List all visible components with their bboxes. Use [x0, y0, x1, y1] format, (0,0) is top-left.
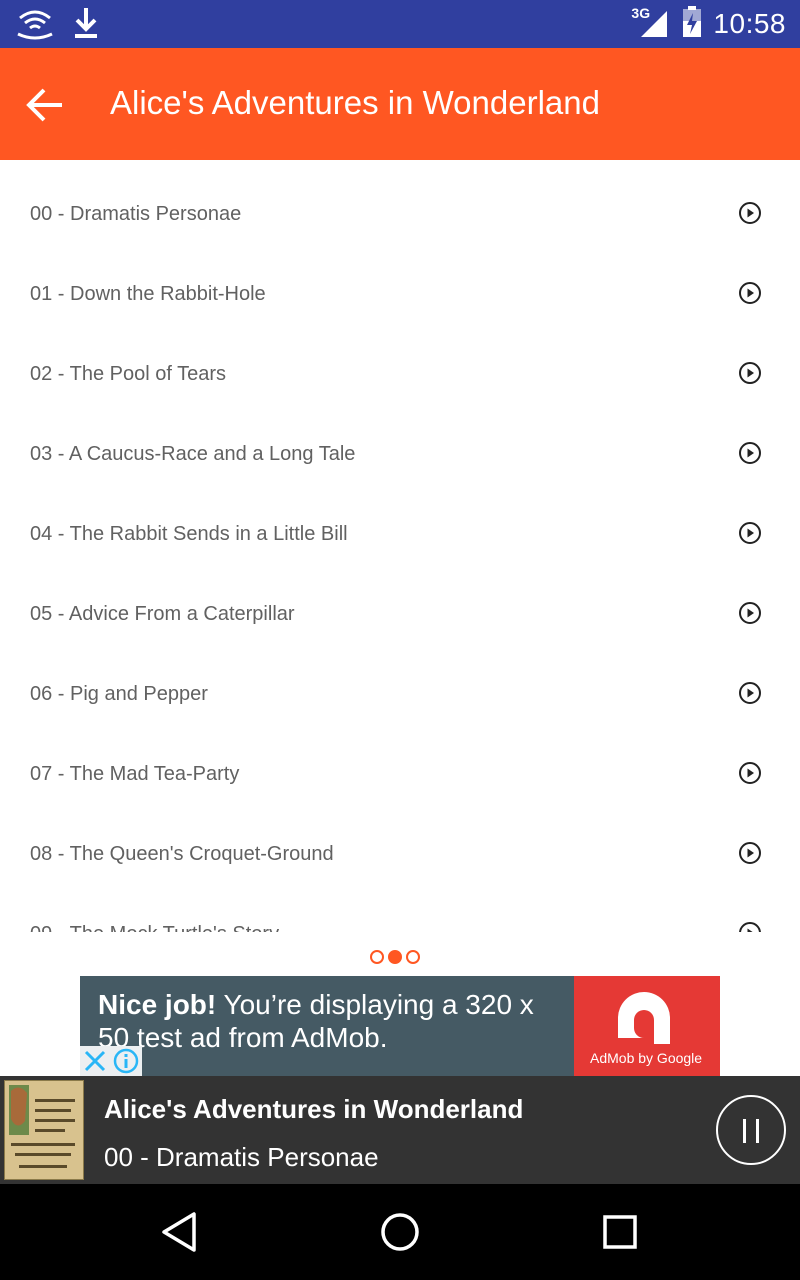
play-circle-icon[interactable] — [738, 921, 762, 932]
play-circle-icon[interactable] — [738, 281, 762, 305]
signal-icon: 3G — [631, 5, 671, 41]
clock: 10:58 — [713, 8, 786, 39]
play-circle-icon[interactable] — [738, 601, 762, 625]
list-item[interactable]: 01 - Down the Rabbit-Hole — [0, 240, 800, 320]
pause-button[interactable] — [716, 1095, 786, 1165]
ad-brand: AdMob by Google — [590, 1050, 703, 1066]
page-indicator — [370, 950, 420, 964]
play-circle-icon[interactable] — [738, 761, 762, 785]
battery-icon — [681, 5, 703, 43]
list-item[interactable]: 08 - The Queen's Croquet-Ground — [0, 800, 800, 880]
page-dot[interactable] — [370, 950, 384, 964]
list-item[interactable]: 07 - The Mad Tea-Party — [0, 720, 800, 800]
chapter-label: 02 - The Pool of Tears — [30, 363, 227, 385]
page-title: Alice's Adventures in Wonderland — [110, 84, 600, 121]
chapter-label: 08 - The Queen's Croquet-Ground — [30, 843, 334, 865]
ad-text: Nice job! You’re displaying a 320 x 50 t… — [98, 988, 568, 1054]
play-circle-icon[interactable] — [738, 841, 762, 865]
book-cover-image — [4, 1080, 84, 1180]
list-item[interactable]: 00 - Dramatis Personae — [0, 160, 800, 240]
chapter-label: 01 - Down the Rabbit-Hole — [30, 283, 266, 305]
chapter-label: 09 - The Mock Turtle's Story — [30, 923, 279, 932]
chapter-label: 03 - A Caucus-Race and a Long Tale — [30, 443, 356, 465]
wifi-hotspot-icon — [16, 6, 54, 44]
player-subtitle: 00 - Dramatis Personae — [104, 1142, 379, 1172]
chapter-label: 04 - The Rabbit Sends in a Little Bill — [30, 523, 348, 545]
chapter-label: 07 - The Mad Tea-Party — [30, 763, 240, 785]
play-circle-icon[interactable] — [738, 521, 762, 545]
ad-banner[interactable]: Nice job! You’re displaying a 320 x 50 t… — [80, 976, 720, 1076]
list-item[interactable]: 04 - The Rabbit Sends in a Little Bill — [0, 480, 800, 560]
play-circle-icon[interactable] — [738, 201, 762, 225]
admob-logo: AdMob by Google — [574, 976, 720, 1076]
app-bar: Alice's Adventures in Wonderland — [0, 48, 800, 160]
pause-bar-icon — [743, 1119, 746, 1143]
home-circle-icon[interactable] — [376, 1208, 424, 1256]
recents-square-icon[interactable] — [596, 1208, 644, 1256]
download-icon — [72, 6, 100, 44]
arrow-back-icon[interactable] — [22, 82, 68, 128]
ad-headline: Nice job! — [98, 989, 217, 1020]
play-circle-icon[interactable] — [738, 441, 762, 465]
ad-choices[interactable] — [80, 1046, 142, 1076]
close-icon[interactable] — [80, 1046, 110, 1076]
chapter-label: 00 - Dramatis Personae — [30, 203, 242, 225]
status-bar: 3G 10:58 — [0, 0, 800, 48]
navigation-bar — [0, 1184, 800, 1280]
play-circle-icon[interactable] — [738, 361, 762, 385]
page-dot-active[interactable] — [388, 950, 402, 964]
list-item[interactable]: 03 - A Caucus-Race and a Long Tale — [0, 400, 800, 480]
chapter-list[interactable]: 00 - Dramatis Personae 01 - Down the Rab… — [0, 160, 800, 932]
info-icon[interactable] — [110, 1046, 140, 1076]
list-item[interactable]: 02 - The Pool of Tears — [0, 320, 800, 400]
list-item[interactable]: 05 - Advice From a Caterpillar — [0, 560, 800, 640]
list-item[interactable]: 09 - The Mock Turtle's Story — [0, 880, 800, 932]
pause-bar-icon — [756, 1119, 759, 1143]
chapter-label: 06 - Pig and Pepper — [30, 683, 208, 705]
play-circle-icon[interactable] — [738, 681, 762, 705]
list-item[interactable]: 06 - Pig and Pepper — [0, 640, 800, 720]
page-dot[interactable] — [406, 950, 420, 964]
back-triangle-icon[interactable] — [156, 1208, 204, 1256]
mini-player[interactable]: Alice's Adventures in Wonderland 00 - Dr… — [0, 1076, 800, 1184]
player-title: Alice's Adventures in Wonderland — [104, 1094, 524, 1124]
chapter-label: 05 - Advice From a Caterpillar — [30, 603, 295, 625]
